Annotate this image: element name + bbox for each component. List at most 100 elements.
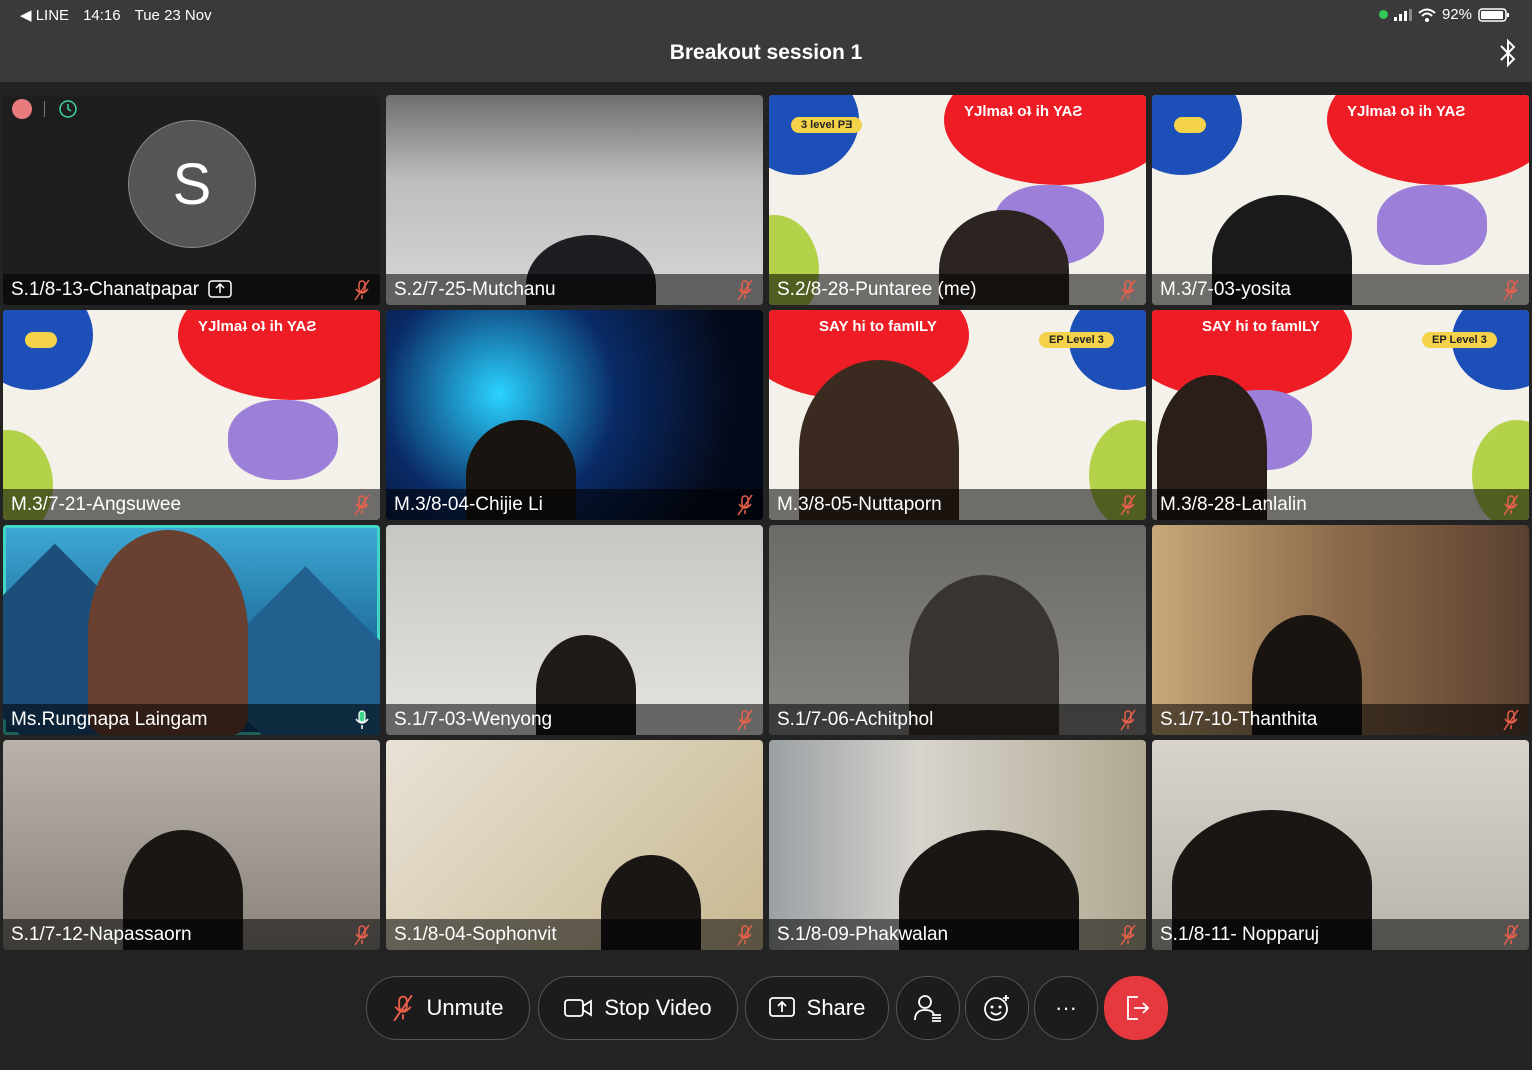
name-bar: S.1/8-04-Sophonvit xyxy=(386,919,763,950)
muted-mic-icon xyxy=(393,994,414,1022)
back-app-label: LINE xyxy=(35,7,70,24)
back-to-app-link[interactable]: ◀ LINE xyxy=(20,6,69,24)
participant-name: S.2/8-28-Puntaree (me) xyxy=(777,278,977,300)
video-tile[interactable]: S.1/7-06-Achitphol xyxy=(769,525,1146,735)
name-bar: S.1/7-03-Wenyong xyxy=(386,704,763,735)
blue-blob xyxy=(769,95,859,175)
divider xyxy=(44,101,45,117)
muted-mic-icon xyxy=(354,494,370,515)
background-banner: YJlmaʇ oʇ ih YAƧ xyxy=(1347,103,1466,120)
participant-name: S.1/7-12-Napassaorn xyxy=(11,923,192,945)
participant-name: S.1/7-06-Achitphol xyxy=(777,708,934,730)
muted-mic-icon xyxy=(1503,924,1519,945)
video-tile[interactable]: S.1/7-10-Thanthita xyxy=(1152,525,1529,735)
avatar-initial: S xyxy=(172,151,212,217)
name-bar: M.3/8-05-Nuttaporn xyxy=(769,489,1146,520)
time: 14:16 xyxy=(83,6,121,24)
participant-name: S.2/7-25-Mutchanu xyxy=(394,278,556,300)
unmute-label: Unmute xyxy=(426,995,504,1020)
video-tile[interactable]: S S.1/8-13-Chanatpapar xyxy=(3,95,380,305)
muted-mic-icon xyxy=(1503,709,1519,730)
battery-percent: 92% xyxy=(1441,6,1472,23)
name-bar: M.3/7-03-yosita xyxy=(1152,274,1529,305)
wifi-icon xyxy=(1418,8,1436,22)
date: Tue 23 Nov xyxy=(134,6,212,24)
avatar: S xyxy=(128,120,256,248)
name-bar: S.2/8-28-Puntaree (me) xyxy=(769,274,1146,305)
muted-mic-icon xyxy=(737,709,753,730)
background-banner: SAY hi to famILY xyxy=(1202,318,1320,335)
camera-active-dot-icon xyxy=(1378,10,1388,19)
participant-name: M.3/7-03-yosita xyxy=(1160,278,1291,300)
name-bar: S.1/7-06-Achitphol xyxy=(769,704,1146,735)
muted-status-icon xyxy=(12,99,32,119)
video-camera-icon xyxy=(564,999,593,1017)
leave-meeting-button[interactable] xyxy=(1104,976,1168,1040)
more-dots-icon: ··· xyxy=(1055,995,1077,1020)
participant-name: S.1/7-10-Thanthita xyxy=(1160,708,1318,730)
ep-level-badge xyxy=(25,332,58,348)
share-label: Share xyxy=(806,995,866,1020)
participant-name: S.1/8-13-Chanatpapar xyxy=(11,279,354,301)
name-bar: S.1/8-11- Nopparuj xyxy=(1152,919,1529,950)
purple-blob xyxy=(228,400,338,480)
video-tile[interactable]: S.1/8-11- Nopparuj xyxy=(1152,740,1529,950)
clock-icon xyxy=(59,100,77,118)
battery-icon xyxy=(1478,7,1509,22)
ep-level-badge: EP Level 3 xyxy=(1422,332,1497,348)
video-tile[interactable]: SAY hi to famILY EP Level 3 M.3/8-28-Lan… xyxy=(1152,310,1529,520)
ep-level-badge: 3 level PƎ xyxy=(791,117,863,133)
video-tile[interactable]: SAY hi to famILY EP Level 3 M.3/8-05-Nut… xyxy=(769,310,1146,520)
participant-name: M.3/8-05-Nuttaporn xyxy=(777,493,942,515)
video-tile[interactable]: YJlmaʇ oʇ ih YAƧ 3 level PƎ S.2/8-28-Pun… xyxy=(769,95,1146,305)
name-bar: S.2/7-25-Mutchanu xyxy=(386,274,763,305)
participant-name: S.1/8-11- Nopparuj xyxy=(1160,923,1320,945)
background-banner: YJlmaʇ oʇ ih YAƧ xyxy=(964,103,1083,120)
name-bar: M.3/8-28-Lanlalin xyxy=(1152,489,1529,520)
blue-blob xyxy=(1069,310,1146,390)
muted-mic-icon xyxy=(737,494,753,515)
participant-name: S.1/8-09-Phakwalan xyxy=(777,923,949,945)
muted-mic-icon xyxy=(354,924,370,945)
video-tile[interactable]: YJlmaʇ oʇ ih YAƧ M.3/7-21-Angsuwee xyxy=(3,310,380,520)
muted-mic-icon xyxy=(1503,494,1519,515)
participants-icon xyxy=(914,995,941,1022)
video-tile[interactable]: S.1/7-12-Napassaorn xyxy=(3,740,380,950)
blue-blob xyxy=(3,310,93,390)
screen-share-icon xyxy=(208,279,233,298)
unmute-button[interactable]: Unmute xyxy=(366,976,530,1040)
reactions-button[interactable] xyxy=(965,976,1029,1040)
muted-mic-icon xyxy=(1120,494,1136,515)
participants-button[interactable] xyxy=(896,976,960,1040)
muted-mic-icon xyxy=(1120,709,1136,730)
video-tile-active-speaker[interactable]: Ms.Rungnapa Laingam xyxy=(3,525,380,735)
muted-mic-icon xyxy=(737,924,753,945)
muted-mic-icon xyxy=(1503,279,1519,300)
name-bar: M.3/7-21-Angsuwee xyxy=(3,489,380,520)
meeting-title: Breakout session 1 xyxy=(669,41,863,64)
participant-name: M.3/8-04-Chijie Li xyxy=(394,493,543,515)
participant-name: M.3/7-21-Angsuwee xyxy=(11,493,182,515)
video-tile[interactable]: M.3/8-04-Chijie Li xyxy=(386,310,763,520)
more-options-button[interactable]: ··· xyxy=(1034,976,1098,1040)
name-bar: S.1/7-10-Thanthita xyxy=(1152,704,1529,735)
leave-icon xyxy=(1127,996,1150,1020)
share-screen-icon xyxy=(768,997,795,1017)
signal-icon xyxy=(1393,8,1412,21)
participant-name: Ms.Rungnapa Laingam xyxy=(11,708,208,730)
muted-mic-icon xyxy=(354,279,370,300)
video-tile[interactable]: S.1/8-09-Phakwalan xyxy=(769,740,1146,950)
meeting-header: Breakout session 1 xyxy=(0,30,1532,82)
muted-mic-icon xyxy=(737,279,753,300)
participant-name: S.1/7-03-Wenyong xyxy=(394,708,553,730)
stop-video-button[interactable]: Stop Video xyxy=(538,976,738,1040)
share-button[interactable]: Share xyxy=(745,976,889,1040)
participant-name-text: S.1/8-13-Chanatpapar xyxy=(11,278,200,300)
name-bar: Ms.Rungnapa Laingam xyxy=(3,704,380,735)
video-tile[interactable]: S.1/8-04-Sophonvit xyxy=(386,740,763,950)
blue-blob xyxy=(1152,95,1242,175)
bluetooth-icon[interactable] xyxy=(1498,38,1518,68)
video-tile[interactable]: YJlmaʇ oʇ ih YAƧ M.3/7-03-yosita xyxy=(1152,95,1529,305)
video-tile[interactable]: S.1/7-03-Wenyong xyxy=(386,525,763,735)
video-tile[interactable]: S.2/7-25-Mutchanu xyxy=(386,95,763,305)
